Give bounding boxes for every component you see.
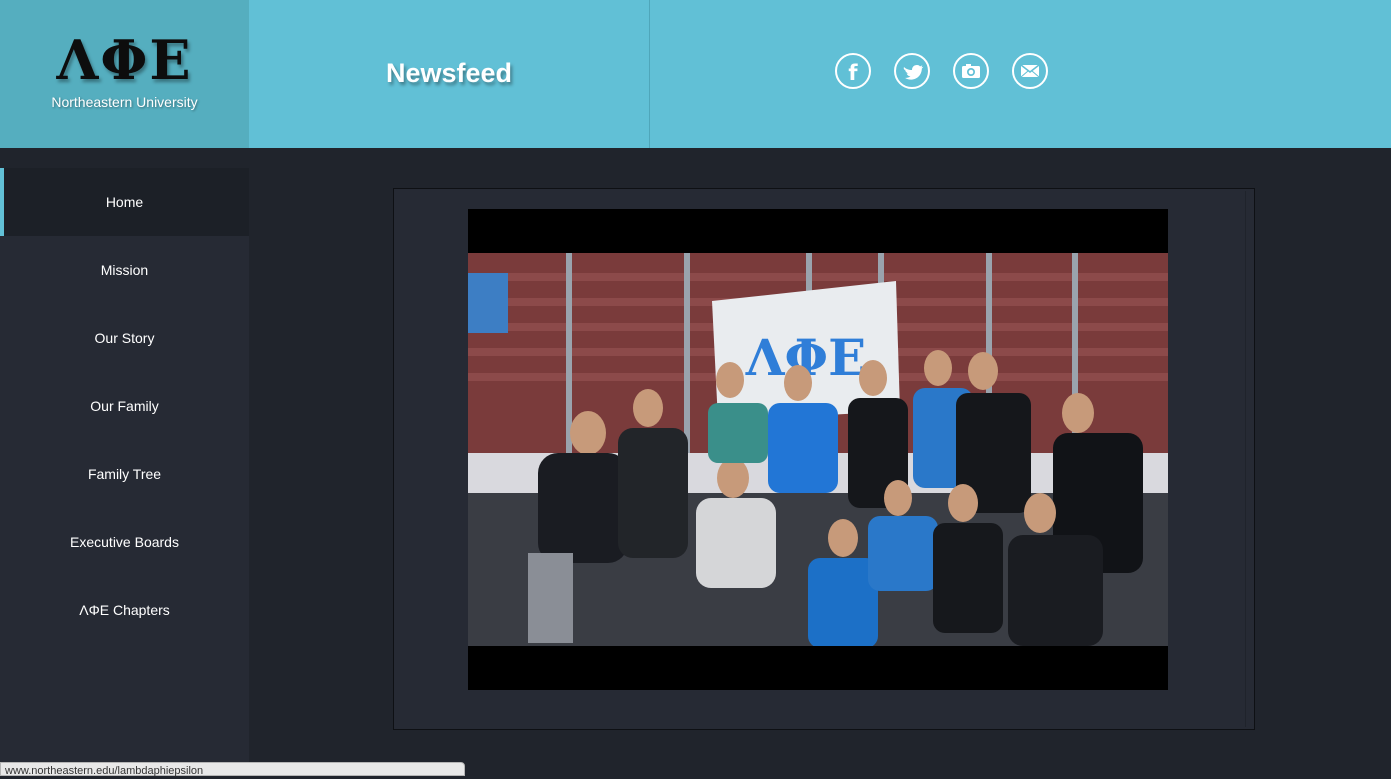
logo-letters: ΛΦΕ xyxy=(56,28,193,92)
camera-icon[interactable] xyxy=(953,53,989,89)
page-title: Newsfeed xyxy=(385,58,513,88)
site-header: ΛΦΕ Northeastern University Newsfeed f xyxy=(0,0,1391,148)
twitter-icon[interactable] xyxy=(894,53,930,89)
sidebar-item-family-tree[interactable]: Family Tree xyxy=(0,440,249,508)
svg-text:f: f xyxy=(848,61,858,85)
sidebar-item-mission[interactable]: Mission xyxy=(0,236,249,304)
logo-subtitle: Northeastern University xyxy=(51,94,198,110)
sidebar-nav: Home Mission Our Story Our Family Family… xyxy=(0,168,249,770)
panel-scrollbar[interactable] xyxy=(1245,191,1246,727)
sidebar-item-our-story[interactable]: Our Story xyxy=(0,304,249,372)
logo[interactable]: ΛΦΕ Northeastern University xyxy=(0,0,249,148)
facebook-icon[interactable]: f xyxy=(835,53,871,89)
header-divider xyxy=(649,0,650,148)
group-photo: ΛΦΕ xyxy=(468,253,1168,646)
mail-icon[interactable] xyxy=(1012,53,1048,89)
sidebar-item-home[interactable]: Home xyxy=(0,168,249,236)
sidebar-item-our-family[interactable]: Our Family xyxy=(0,372,249,440)
sidebar-item-executive-boards[interactable]: Executive Boards xyxy=(0,508,249,576)
status-url: www.northeastern.edu/lambdaphiepsilon xyxy=(0,762,465,777)
sidebar-item-chapters[interactable]: ΛΦΕ Chapters xyxy=(0,576,249,644)
video-player[interactable]: ΛΦΕ xyxy=(468,209,1168,690)
